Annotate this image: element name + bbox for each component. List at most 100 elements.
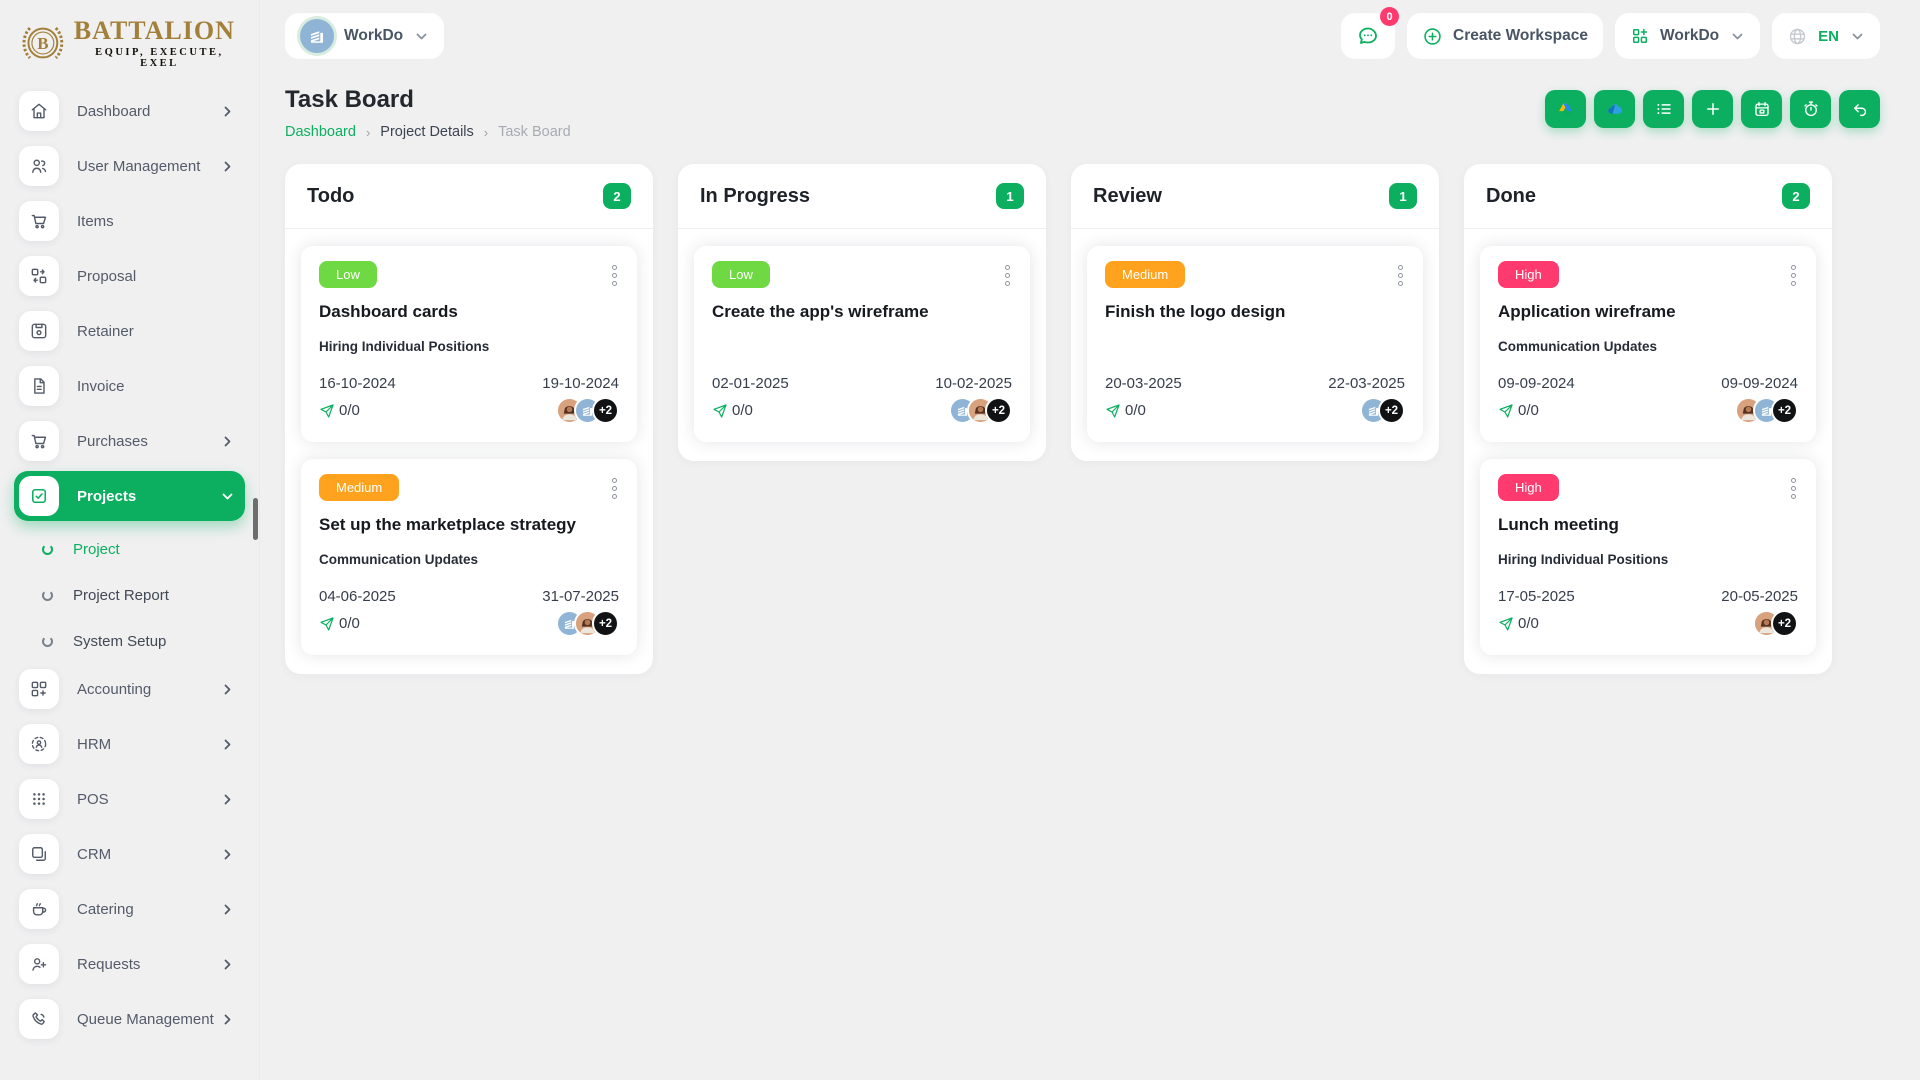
sidebar-subitem-system-setup[interactable]: System Setup xyxy=(14,618,245,664)
avatar-more-badge[interactable]: +2 xyxy=(592,397,619,424)
chevron-down-icon xyxy=(1732,33,1743,40)
sidebar-item-invoice[interactable]: Invoice xyxy=(14,361,245,411)
checklist-count: 0/0 xyxy=(1125,402,1146,419)
column-body: Medium Finish the logo design 20-03-2025… xyxy=(1071,229,1439,461)
sidebar-item-hrm[interactable]: HRM xyxy=(14,719,245,769)
task-milestone: Hiring Individual Positions xyxy=(319,339,490,354)
assignee-avatars: +2 xyxy=(1360,397,1405,424)
sidebar-item-catering[interactable]: Catering xyxy=(14,884,245,934)
chevron-right-icon xyxy=(224,1014,231,1025)
sidebar-item-crm[interactable]: CRM xyxy=(14,829,245,879)
task-card[interactable]: High Lunch meeting Hiring Individual Pos… xyxy=(1480,459,1816,655)
more-options-icon[interactable] xyxy=(1396,261,1405,290)
bullet-icon xyxy=(42,635,53,647)
timer-button[interactable] xyxy=(1790,90,1831,128)
sidebar-subitem-project-report[interactable]: Project Report xyxy=(14,572,245,618)
onedrive-button[interactable] xyxy=(1594,90,1635,128)
brand-logo[interactable]: B BATTALION EQUIP, EXECUTE, EXEL xyxy=(14,0,245,86)
column-header: Review 1 xyxy=(1071,164,1439,229)
task-card[interactable]: Medium Set up the marketplace strategy C… xyxy=(301,459,637,655)
sidebar-item-user-management[interactable]: User Management xyxy=(14,141,245,191)
user-plus-icon xyxy=(19,944,59,984)
users-icon xyxy=(19,146,59,186)
task-title[interactable]: Dashboard cards xyxy=(319,302,619,322)
sidebar: B BATTALION EQUIP, EXECUTE, EXEL Dashboa… xyxy=(0,0,260,1080)
kanban-board: Todo 2 Low Dashboard cards Hiring Indivi… xyxy=(285,164,1880,674)
task-end-date: 31-07-2025 xyxy=(542,588,619,605)
messenger-button[interactable]: 0 xyxy=(1341,7,1400,59)
sidebar-subitem-project[interactable]: Project xyxy=(14,526,245,572)
more-options-icon[interactable] xyxy=(610,261,619,290)
column-title: Done xyxy=(1486,184,1536,207)
workspace-switcher-label: WorkDo xyxy=(1660,27,1720,44)
workspace-selector[interactable]: WorkDo xyxy=(285,13,445,59)
sidebar-item-label: Items xyxy=(77,212,114,230)
sidebar-item-retainer[interactable]: Retainer xyxy=(14,306,245,356)
globe-icon xyxy=(1789,28,1806,44)
sidebar-item-label: CRM xyxy=(77,845,112,863)
language-dropdown[interactable]: EN xyxy=(1772,13,1880,59)
task-card[interactable]: Medium Finish the logo design 20-03-2025… xyxy=(1087,246,1423,442)
workspace-switcher-dropdown[interactable]: WorkDo xyxy=(1615,13,1761,59)
sidebar-item-accounting[interactable]: Accounting xyxy=(14,664,245,714)
chevron-right-icon xyxy=(224,794,231,805)
google-drive-button[interactable] xyxy=(1545,90,1586,128)
app-root: B BATTALION EQUIP, EXECUTE, EXEL Dashboa… xyxy=(0,0,1920,1080)
avatar-more-badge[interactable]: +2 xyxy=(1771,397,1798,424)
more-options-icon[interactable] xyxy=(1789,261,1798,290)
back-button[interactable] xyxy=(1839,90,1880,128)
column-count-badge: 1 xyxy=(996,183,1024,209)
task-title[interactable]: Lunch meeting xyxy=(1498,515,1798,535)
task-title[interactable]: Create the app's wireframe xyxy=(712,302,1012,322)
task-milestone: Hiring Individual Positions xyxy=(1498,552,1669,567)
calendar-button[interactable] xyxy=(1741,90,1782,128)
sidebar-item-dashboard[interactable]: Dashboard xyxy=(14,86,245,136)
swap-squares-icon xyxy=(19,256,59,296)
avatar-more-badge[interactable]: +2 xyxy=(592,610,619,637)
task-title[interactable]: Set up the marketplace strategy xyxy=(319,515,619,535)
send-icon xyxy=(1499,616,1513,631)
priority-badge: Low xyxy=(712,261,770,288)
task-title[interactable]: Application wireframe xyxy=(1498,302,1798,322)
avatar-more-badge[interactable]: +2 xyxy=(1771,610,1798,637)
send-icon xyxy=(1106,403,1120,418)
sidebar-item-label: Requests xyxy=(77,955,141,973)
add-task-button[interactable] xyxy=(1692,90,1733,128)
avatar-more-badge[interactable]: +2 xyxy=(1378,397,1405,424)
breadcrumb-dashboard-link[interactable]: Dashboard xyxy=(285,124,356,140)
task-end-date: 22-03-2025 xyxy=(1328,375,1405,392)
task-title[interactable]: Finish the logo design xyxy=(1105,302,1405,322)
sidebar-item-proposal[interactable]: Proposal xyxy=(14,251,245,301)
plus-icon xyxy=(1706,103,1719,115)
google-drive-icon xyxy=(1559,103,1572,116)
home-icon xyxy=(19,91,59,131)
sidebar-item-projects[interactable]: Projects xyxy=(14,471,245,521)
chevron-down-icon xyxy=(1852,33,1863,40)
task-start-date: 20-03-2025 xyxy=(1105,375,1182,392)
create-workspace-button[interactable]: Create Workspace xyxy=(1407,13,1604,59)
sidebar-item-pos[interactable]: POS xyxy=(14,774,245,824)
more-options-icon[interactable] xyxy=(1003,261,1012,290)
sidebar-item-purchases[interactable]: Purchases xyxy=(14,416,245,466)
task-card[interactable]: Low Create the app's wireframe 02-01-202… xyxy=(694,246,1030,442)
sidebar-subitem-label: Project xyxy=(73,540,120,558)
sidebar-scrollbar[interactable] xyxy=(253,498,258,540)
task-card[interactable]: Low Dashboard cards Hiring Individual Po… xyxy=(301,246,637,442)
task-card[interactable]: High Application wireframe Communication… xyxy=(1480,246,1816,442)
brand-tagline: EQUIP, EXECUTE, EXEL xyxy=(95,46,224,69)
more-options-icon[interactable] xyxy=(1789,474,1798,503)
board-column-in-progress: In Progress 1 Low Create the app's wiref… xyxy=(678,164,1046,461)
breadcrumb-project-details-link[interactable]: Project Details xyxy=(380,124,473,140)
topbar-right: 0 Create Workspace WorkDo EN xyxy=(1341,7,1880,59)
list-view-button[interactable] xyxy=(1643,90,1684,128)
sidebar-item-label: Projects xyxy=(77,487,137,505)
sidebar-item-requests[interactable]: Requests xyxy=(14,939,245,989)
list-icon xyxy=(1656,103,1671,115)
undo-arrow-icon xyxy=(1853,104,1866,117)
grid-plus-icon xyxy=(19,669,59,709)
sidebar-item-items[interactable]: Items xyxy=(14,196,245,246)
page-header: Task Board Dashboard › Project Details ›… xyxy=(285,86,1880,140)
more-options-icon[interactable] xyxy=(610,474,619,503)
avatar-more-badge[interactable]: +2 xyxy=(985,397,1012,424)
sidebar-item-queue-management[interactable]: Queue Management xyxy=(14,994,245,1044)
